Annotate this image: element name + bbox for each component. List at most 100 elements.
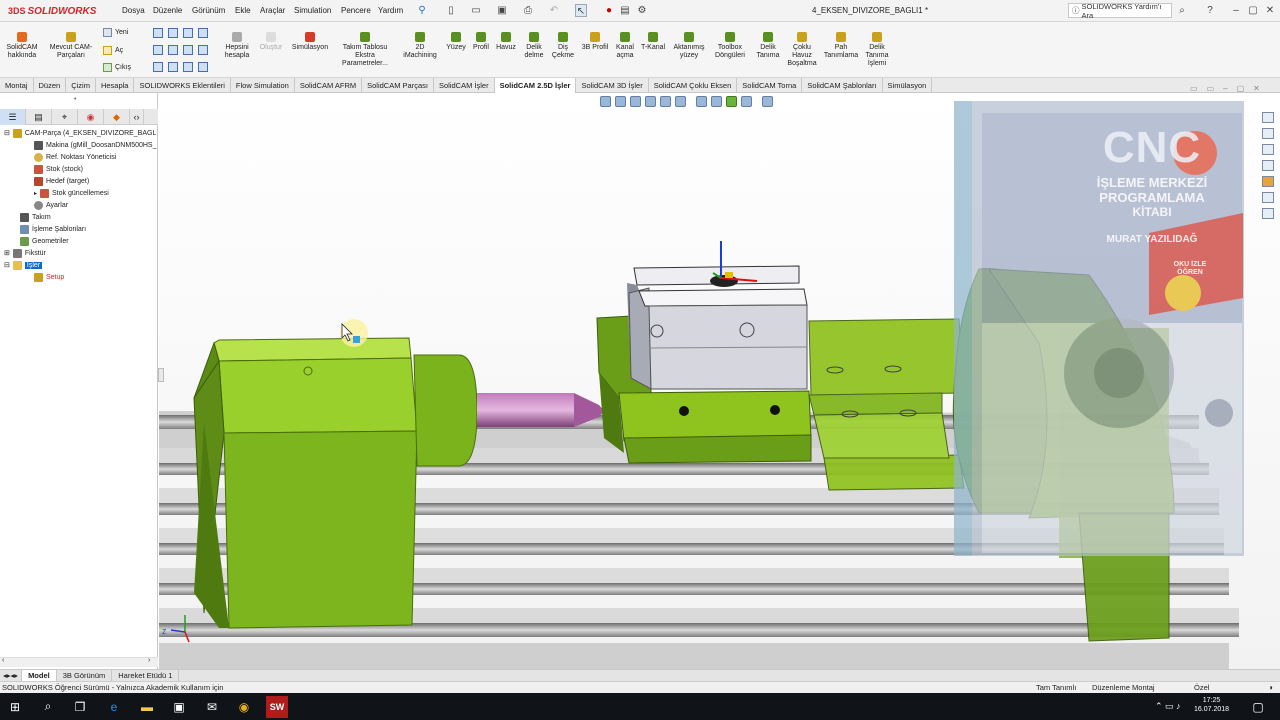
tool-icon-11[interactable] — [183, 62, 193, 72]
tree-item[interactable]: Ref. Noktası Yöneticisi — [4, 151, 157, 163]
open-button[interactable]: Aç — [103, 46, 123, 55]
previous-view-icon[interactable] — [630, 96, 641, 107]
view-settings-icon[interactable] — [762, 96, 773, 107]
viewport-close-icon[interactable]: ✕ — [1253, 84, 1260, 93]
help-search-input[interactable]: SOLIDWORKS Yardım'ı Ara — [1082, 2, 1172, 20]
windows-start-icon[interactable]: ⊞ — [7, 699, 23, 714]
tool-table-button[interactable]: Takım Tablosu Ekstra Parametreler... — [334, 24, 396, 68]
viewport-restore-icon[interactable]: ▢ — [1237, 84, 1245, 93]
hole-recognition-button[interactable]: Delik Tanıma — [754, 24, 782, 60]
tab-solidcam-isler[interactable]: SolidCAM İşler — [434, 78, 495, 93]
close-icon[interactable]: ✕ — [1264, 4, 1276, 17]
tab-afrm[interactable]: SolidCAM AFRM — [295, 78, 363, 93]
taskbar-clock[interactable]: 17:25 16.07.2018 — [1194, 696, 1229, 714]
menu-duzenle[interactable]: Düzenle — [153, 6, 182, 15]
file-properties-icon[interactable]: ▤ — [619, 4, 631, 17]
new-file-icon[interactable]: ▯ — [445, 4, 457, 17]
threading-button[interactable]: Diş Çekme — [550, 24, 576, 60]
tab-solidcam-parcasi[interactable]: SolidCAM Parçası — [362, 78, 434, 93]
print-icon[interactable]: ⎙ — [522, 4, 534, 17]
file-explorer-taskbar-icon[interactable]: ▬ — [139, 699, 155, 714]
edge-browser-icon[interactable]: e — [106, 699, 122, 714]
graphics-viewport[interactable]: Z CNC İŞLEME MERKEZİ PROGRAMLAMA KİTABI … — [159, 93, 1280, 669]
tool-icon-3[interactable] — [183, 28, 193, 38]
menu-gorunum[interactable]: Görünüm — [192, 6, 225, 15]
edit-appearance-icon[interactable] — [726, 96, 737, 107]
tree-item[interactable]: Geometriler — [4, 235, 157, 247]
chamfer-button[interactable]: Pah Tanımlama — [823, 24, 859, 60]
tab-torna[interactable]: SolidCAM Torna — [737, 78, 803, 93]
options-gear-icon[interactable]: ⚙ — [636, 4, 648, 17]
tree-item[interactable]: Takım — [4, 211, 157, 223]
viewport-tile2-icon[interactable]: ▭ — [1207, 84, 1215, 93]
panel-splitter-handle[interactable]: • — [74, 96, 76, 103]
tool-icon-6[interactable] — [168, 45, 178, 55]
custom-properties-icon[interactable] — [1262, 192, 1274, 203]
chrome-icon[interactable]: ◉ — [236, 699, 252, 714]
appearances-icon[interactable] — [1262, 176, 1274, 187]
tree-item-selected[interactable]: ⊟ İşler — [4, 259, 157, 271]
tab-eklentiler[interactable]: SOLIDWORKS Eklentileri — [134, 78, 231, 93]
tree-item[interactable]: İşleme Şablonları — [4, 223, 157, 235]
tool-icon-10[interactable] — [168, 62, 178, 72]
scroll-right-icon[interactable]: › — [148, 657, 150, 664]
hole-process-button[interactable]: Delik Tanıma İşlemi — [861, 24, 893, 68]
t-slot-button[interactable]: T-Kanal — [639, 24, 667, 52]
solidworks-taskbar-icon[interactable]: SW — [266, 696, 288, 718]
rebuild-icon[interactable]: ● — [603, 4, 615, 17]
menu-simulation[interactable]: Simulation — [294, 6, 331, 15]
tree-item[interactable]: ▸ Stok güncellemesi — [4, 187, 157, 199]
task-view-icon[interactable]: ❐ — [72, 699, 88, 714]
menu-pencere[interactable]: Pencere — [341, 6, 371, 15]
appearance-tab-icon[interactable]: ◉ — [78, 109, 104, 125]
tree-item[interactable]: Ayarlar — [4, 199, 157, 211]
search-taskbar-icon[interactable]: ⌕ — [40, 699, 56, 714]
calculate-all-button[interactable]: Hepsini hesapla — [222, 24, 252, 60]
profile3d-button[interactable]: 3B Profil — [579, 24, 611, 52]
tool-icon-2[interactable] — [168, 28, 178, 38]
zoom-to-fit-icon[interactable] — [600, 96, 611, 107]
tab-flow-simulation[interactable]: Flow Simulation — [231, 78, 295, 93]
panel-scrollbar[interactable]: ‹ › — [0, 657, 158, 667]
search-icon[interactable]: ⌕ — [1176, 4, 1188, 17]
hide-show-icon[interactable] — [711, 96, 722, 107]
transformed-surface-button[interactable]: Aktanımış yüzey — [670, 24, 708, 60]
restore-icon[interactable]: ▢ — [1247, 4, 1259, 17]
save-icon[interactable]: ▣ — [496, 4, 508, 17]
tree-item[interactable]: Setup — [4, 271, 157, 283]
tool-icon-7[interactable] — [183, 45, 193, 55]
zoom-area-icon[interactable] — [615, 96, 626, 107]
help-icon[interactable]: ? — [1204, 4, 1216, 17]
tab-montaj[interactable]: Montaj — [0, 78, 34, 93]
tree-item[interactable]: Stok (stock) — [4, 163, 157, 175]
undo-icon[interactable]: ↶ — [548, 4, 560, 17]
tool-icon-5[interactable] — [153, 45, 163, 55]
new-button[interactable]: Yeni — [103, 28, 128, 37]
tree-item[interactable]: Hedef (target) — [4, 175, 157, 187]
property-tab-icon[interactable]: ▤ — [26, 109, 52, 125]
feature-tree-tab-icon[interactable]: ☰ — [0, 109, 26, 125]
generate-button[interactable]: Oluştur — [256, 24, 286, 52]
notifications-icon[interactable]: ▢ — [1250, 699, 1266, 714]
dynamic-annotation-icon[interactable] — [660, 96, 671, 107]
profile-button[interactable]: Profil — [470, 24, 492, 52]
imachining-button[interactable]: 2D iMachining — [399, 24, 441, 60]
solidworks-logo[interactable]: 3DS SOLIDWORKS — [8, 3, 96, 19]
tool-icon-1[interactable] — [153, 28, 163, 38]
tool-icon-12[interactable] — [198, 62, 208, 72]
pin-icon[interactable]: ⚲ — [416, 4, 428, 17]
solidcam-about-button[interactable]: SolidCAM hakkında — [4, 24, 40, 60]
store-icon[interactable]: ▣ — [171, 699, 187, 714]
select-icon[interactable]: ↖ — [575, 4, 587, 17]
tab-coklu-eksen[interactable]: SolidCAM Çoklu Eksen — [649, 78, 738, 93]
menu-ekle[interactable]: Ekle — [235, 6, 251, 15]
tree-item[interactable]: ⊞ Fikstür — [4, 247, 157, 259]
drilling-button[interactable]: Delik delme — [521, 24, 547, 60]
mevcut-button[interactable]: Mevcut CAM-Parçaları — [46, 24, 96, 60]
tab-simulasyon[interactable]: Simülasyon — [883, 78, 933, 93]
exit-button[interactable]: Çıkış — [103, 63, 131, 72]
viewport-tile-icon[interactable]: ▭ — [1190, 84, 1198, 93]
tab-hesapla[interactable]: Hesapla — [96, 78, 135, 93]
display-style-icon[interactable] — [696, 96, 707, 107]
design-library-icon[interactable] — [1262, 144, 1274, 155]
